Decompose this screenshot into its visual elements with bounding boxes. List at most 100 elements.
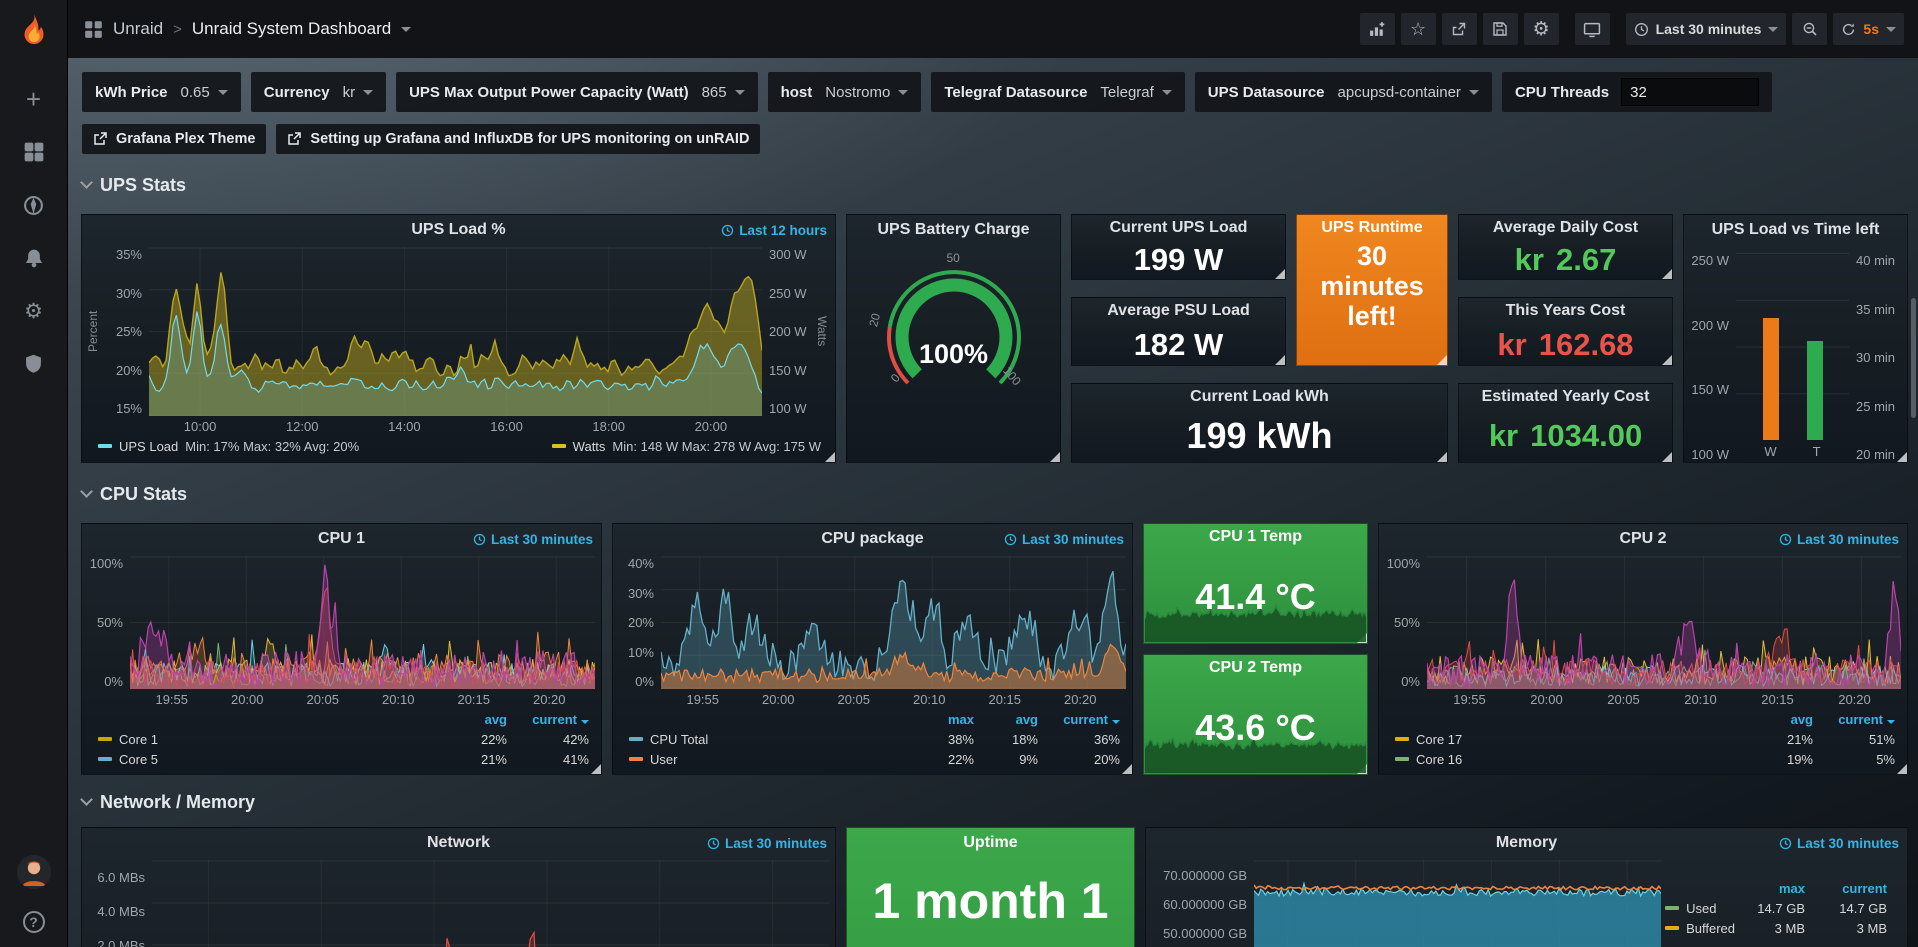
share-icon <box>1451 21 1467 37</box>
external-link-icon <box>287 132 301 146</box>
dropdown-caret-icon <box>735 90 745 95</box>
panel-title[interactable]: Current UPS Load <box>1110 219 1248 237</box>
tv-mode-button[interactable] <box>1575 13 1610 45</box>
create-plus-icon[interactable]: + <box>21 86 47 112</box>
time-range-badge[interactable]: Last 30 minutes <box>1004 532 1124 547</box>
variable-kwh-price[interactable]: kWh Price 0.65 <box>82 72 241 112</box>
explore-compass-icon[interactable] <box>21 192 47 218</box>
time-range-picker[interactable]: Last 30 minutes <box>1626 13 1787 45</box>
variable-host[interactable]: host Nostromo <box>768 72 922 112</box>
ups-load-plot[interactable] <box>149 247 762 416</box>
variable-telegraf-datasource[interactable]: Telegraf Datasource Telegraf <box>931 72 1184 112</box>
clock-icon <box>1634 22 1649 37</box>
panel-title[interactable]: This Years Cost <box>1506 302 1626 320</box>
x-axis-ticks: 10:0012:0014:0016:0018:0020:00 <box>149 416 762 436</box>
sidebar-bottom: ? <box>17 855 51 933</box>
panel-estimated-yearly-cost: Estimated Yearly Cost kr1034.00 <box>1458 383 1673 463</box>
title-caret-icon[interactable] <box>401 27 411 32</box>
panel-title[interactable]: Memory <box>1496 834 1557 852</box>
battery-gauge: 0 20 50 100 100% <box>864 253 1044 403</box>
time-range-badge[interactable]: Last 30 minutes <box>707 836 827 851</box>
dashboard-settings-button[interactable]: ⚙ <box>1524 13 1559 45</box>
legend-row: Core 16 19% 5% <box>1395 749 1895 769</box>
panel-title[interactable]: UPS Runtime <box>1321 219 1422 237</box>
panel-current-load-kwh: Current Load kWh 199 kWh <box>1071 383 1448 463</box>
cpu2-plot[interactable] <box>1427 556 1901 689</box>
variable-ups-datasource[interactable]: UPS Datasource apcupsd-container <box>1195 72 1492 112</box>
refresh-button[interactable]: 5s <box>1833 13 1904 45</box>
dashboards-icon[interactable] <box>21 139 47 165</box>
dashboard-scroll-area[interactable]: kWh Price 0.65 Currency kr UPS Max Outpu… <box>68 58 1918 947</box>
y-axis-ticks-left: 100%50%0% <box>86 556 130 689</box>
alerting-bell-icon[interactable] <box>21 245 47 271</box>
scrollbar-thumb[interactable] <box>1911 298 1916 418</box>
series-marker <box>629 737 643 741</box>
refresh-interval-label: 5s <box>1863 21 1879 37</box>
row-header-network-memory[interactable]: Network / Memory <box>82 791 1918 813</box>
server-admin-shield-icon[interactable] <box>21 351 47 377</box>
star-button[interactable]: ☆ <box>1401 13 1436 45</box>
bar-chart-plot[interactable] <box>1736 253 1849 440</box>
panel-title[interactable]: CPU 2 Temp <box>1209 659 1302 677</box>
panel-cpu-2-temp: CPU 2 Temp 43.6 °C <box>1143 654 1368 775</box>
row-header-ups-stats[interactable]: UPS Stats <box>82 174 1918 196</box>
time-range-badge[interactable]: Last 30 minutes <box>473 532 593 547</box>
panel-title[interactable]: UPS Battery Charge <box>877 221 1029 239</box>
panel-title[interactable]: Uptime <box>963 834 1017 852</box>
sort-caret-icon <box>1887 720 1895 724</box>
configuration-gear-icon[interactable]: ⚙ <box>21 298 47 324</box>
bar-watts[interactable] <box>1763 318 1779 440</box>
panel-title[interactable]: CPU package <box>821 530 923 548</box>
panel-ups-battery-charge: UPS Battery Charge 0 20 50 100 100% <box>846 214 1061 463</box>
network-memory-grid: Network Last 30 minutes 6.0 MBs4.0 MBs2.… <box>81 827 1908 947</box>
legend-item[interactable]: UPS Load Min: 17% Max: 32% Avg: 20% <box>98 439 359 454</box>
panel-title[interactable]: Estimated Yearly Cost <box>1482 388 1650 406</box>
panel-title[interactable]: Average Daily Cost <box>1493 219 1638 237</box>
zoom-out-button[interactable] <box>1792 13 1827 45</box>
variable-ups-max-output[interactable]: UPS Max Output Power Capacity (Watt) 865 <box>396 72 758 112</box>
navbar: Unraid > Unraid System Dashboard ☆ <box>68 0 1918 58</box>
stat-value: 30 minutes left! <box>1297 241 1447 365</box>
save-button[interactable] <box>1483 13 1518 45</box>
memory-plot[interactable] <box>1254 860 1661 947</box>
breadcrumb-separator: > <box>173 21 182 38</box>
stat-value: kr2.67 <box>1459 241 1672 279</box>
panel-average-psu-load: Average PSU Load 182 W <box>1071 297 1286 366</box>
link-ups-monitoring-guide[interactable]: Setting up Grafana and InfluxDB for UPS … <box>276 124 760 154</box>
refresh-caret-icon[interactable] <box>1886 27 1896 32</box>
cpu-threads-input[interactable] <box>1621 78 1759 106</box>
panel-title[interactable]: Average PSU Load <box>1107 302 1250 320</box>
time-caret-icon <box>1768 27 1778 32</box>
panel-title[interactable]: Network <box>427 834 490 852</box>
panel-network: Network Last 30 minutes 6.0 MBs4.0 MBs2.… <box>81 827 836 947</box>
cpu-package-plot[interactable] <box>661 556 1126 689</box>
link-grafana-plex-theme[interactable]: Grafana Plex Theme <box>82 124 266 154</box>
help-icon[interactable]: ? <box>23 911 45 933</box>
network-plot[interactable] <box>152 860 829 947</box>
series-marker <box>629 757 643 761</box>
panel-title[interactable]: CPU 2 <box>1619 530 1666 548</box>
time-range-badge[interactable]: Last 12 hours <box>721 223 827 238</box>
add-panel-button[interactable] <box>1360 13 1395 45</box>
y-axis-ticks-right: 300 W250 W200 W150 W100 W <box>762 247 814 416</box>
time-range-badge[interactable]: Last 30 minutes <box>1779 532 1899 547</box>
legend-item[interactable]: Watts Min: 148 W Max: 278 W Avg: 175 W <box>552 439 821 454</box>
panel-title[interactable]: CPU 1 Temp <box>1209 528 1302 546</box>
breadcrumb-folder[interactable]: Unraid <box>113 19 163 39</box>
variable-currency[interactable]: Currency kr <box>251 72 386 112</box>
user-avatar[interactable] <box>17 855 51 889</box>
bar-time[interactable] <box>1807 341 1823 440</box>
grafana-logo-icon[interactable] <box>13 10 55 52</box>
panel-memory: Memory Last 30 minutes 70.000000 GB60.00… <box>1145 827 1908 947</box>
share-button[interactable] <box>1442 13 1477 45</box>
cpu1-plot[interactable] <box>130 556 595 689</box>
panel-title[interactable]: UPS Load vs Time left <box>1712 221 1880 239</box>
time-range-badge[interactable]: Last 30 minutes <box>1779 836 1899 851</box>
panel-title[interactable]: Current Load kWh <box>1190 388 1329 406</box>
row-header-cpu-stats[interactable]: CPU Stats <box>82 483 1918 505</box>
panel-cpu-2: CPU 2 Last 30 minutes 100%50%0% 19 <box>1378 523 1908 775</box>
dashboard-title[interactable]: Unraid System Dashboard <box>192 19 391 39</box>
breadcrumb[interactable]: Unraid > Unraid System Dashboard <box>84 19 411 39</box>
panel-title[interactable]: UPS Load % <box>411 221 505 239</box>
panel-title[interactable]: CPU 1 <box>318 530 365 548</box>
